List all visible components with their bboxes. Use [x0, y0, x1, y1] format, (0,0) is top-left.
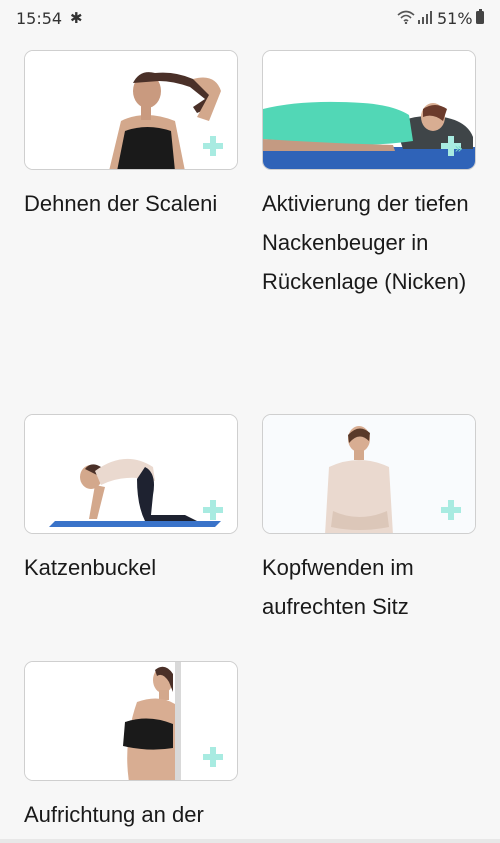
signal-icon: [418, 10, 432, 24]
exercise-card[interactable]: » Aktivierung der tiefen Nackenbeuger in…: [262, 50, 476, 301]
exercise-thumbnail[interactable]: [24, 414, 238, 534]
exercise-card[interactable]: Kopfwenden im aufrechten Sitz: [262, 414, 476, 626]
exercise-title[interactable]: Katzenbuckel: [24, 548, 238, 587]
plus-icon: [441, 500, 461, 520]
bottom-edge: [0, 839, 500, 843]
exercise-card[interactable]: Katzenbuckel: [24, 414, 238, 587]
exercise-title[interactable]: Aktivierung der tiefen Nackenbeuger in R…: [262, 184, 476, 301]
exercise-thumbnail[interactable]: [262, 414, 476, 534]
exercise-thumbnail[interactable]: »: [262, 50, 476, 170]
status-time: 15:54: [16, 9, 63, 28]
plus-icon: [203, 500, 223, 520]
plus-icon: [203, 747, 223, 767]
exercise-title[interactable]: Kopfwenden im aufrechten Sitz: [262, 548, 476, 626]
exercise-thumbnail[interactable]: [24, 50, 238, 170]
battery-percent: 51%: [437, 9, 473, 28]
chevron-right-icon: »: [454, 141, 463, 157]
status-bar: 15:54 ✱ 51%: [0, 0, 500, 36]
exercise-thumbnail[interactable]: [24, 661, 238, 781]
exercise-title[interactable]: Dehnen der Scaleni: [24, 184, 238, 223]
plus-icon: [203, 136, 223, 156]
bluetooth-icon: ✱: [70, 9, 83, 27]
exercise-list[interactable]: Dehnen der Scaleni » Aktivierung der tie…: [0, 36, 500, 843]
battery-icon: [476, 9, 484, 24]
wifi-icon: [397, 10, 415, 24]
exercise-card[interactable]: Aufrichtung an der: [24, 661, 238, 834]
exercise-title[interactable]: Aufrichtung an der: [24, 795, 238, 834]
exercise-card[interactable]: Dehnen der Scaleni: [24, 50, 238, 223]
